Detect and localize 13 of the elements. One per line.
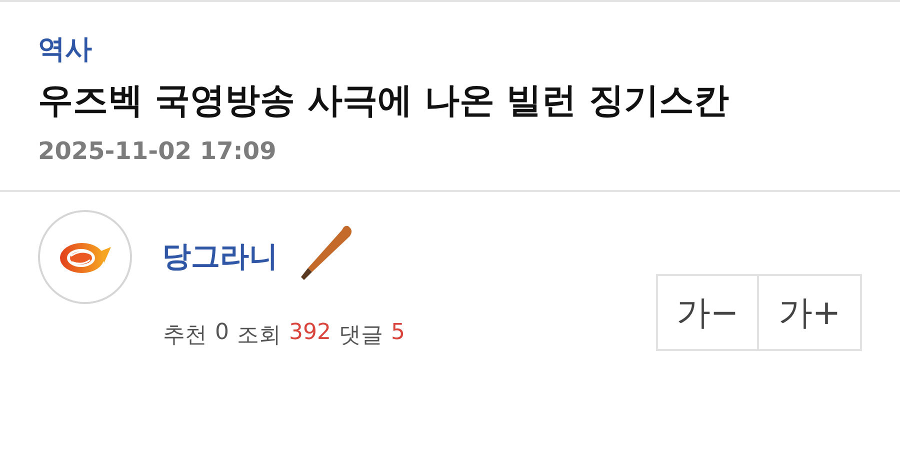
post-title: 우즈벡 국영방송 사극에 나온 빌런 징기스칸 (38, 80, 729, 123)
author-name[interactable]: 당그라니 (162, 237, 278, 277)
stat-value: 392 (289, 320, 331, 347)
stat-label: 추천 (163, 322, 207, 350)
stat-label: 조회 (237, 322, 281, 350)
avatar-icon (38, 210, 132, 304)
post-date: 2025-11-02 17:09 (38, 136, 276, 167)
stat-value: 5 (391, 320, 405, 347)
font-size-button[interactable]: 가+ (759, 274, 862, 351)
font-size-button[interactable]: 가− (656, 274, 759, 351)
stat-label: 댓글 (339, 322, 383, 350)
stat-value: 0 (215, 320, 229, 347)
category-link[interactable]: 역사 (38, 32, 92, 68)
